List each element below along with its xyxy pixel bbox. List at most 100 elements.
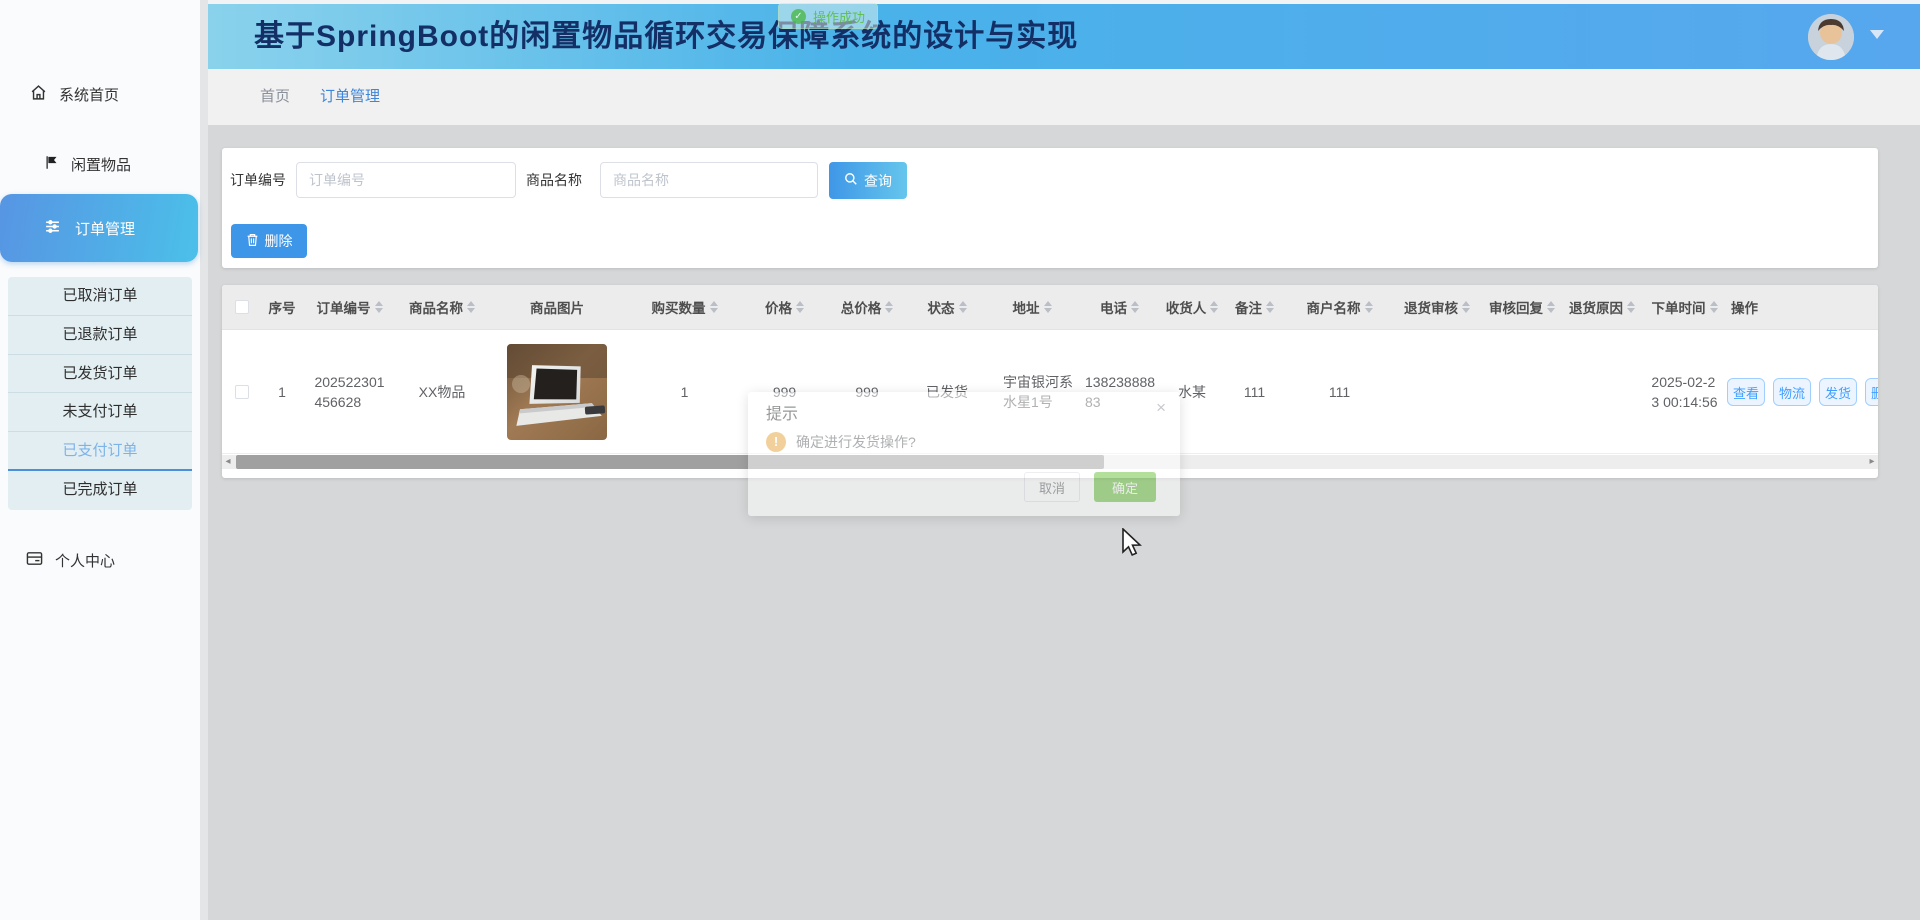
col-return-reason[interactable]: 退货原因 xyxy=(1562,297,1642,317)
sidebar-item-home[interactable]: 系统首页 xyxy=(30,84,119,105)
row-checkbox[interactable] xyxy=(235,385,249,399)
chevron-down-icon[interactable] xyxy=(1870,30,1884,39)
dialog-body: ! 确定进行发货操作? xyxy=(766,432,916,452)
col-address[interactable]: 地址 xyxy=(987,297,1077,317)
id-card-icon xyxy=(26,551,43,570)
cancel-button[interactable]: 取消 xyxy=(1024,472,1080,502)
delete-button-label: 删除 xyxy=(265,231,293,251)
sort-icon[interactable] xyxy=(885,301,893,313)
sidebar-item-order-management[interactable]: 订单管理 xyxy=(0,194,198,262)
select-all-checkbox[interactable] xyxy=(235,300,249,314)
sidebar-item-profile[interactable]: 个人中心 xyxy=(26,550,115,571)
page-title: 基于SpringBoot的闲置物品循环交易保障系统的设计与实现 xyxy=(254,4,1078,69)
sidebar-gutter xyxy=(200,0,208,920)
sort-icon[interactable] xyxy=(467,301,475,313)
warning-icon: ! xyxy=(766,432,786,452)
sort-icon[interactable] xyxy=(1710,301,1718,313)
search-icon xyxy=(844,172,858,189)
success-toast: ✓ 操作成功 xyxy=(778,3,878,29)
col-merchant[interactable]: 商户名称 xyxy=(1287,297,1392,317)
trash-icon xyxy=(246,233,259,250)
cell-index: 1 xyxy=(262,384,302,400)
breadcrumb-tabbar: 首页 订单管理 xyxy=(208,69,1920,125)
tab-home[interactable]: 首页 xyxy=(260,69,290,125)
check-circle-icon: ✓ xyxy=(791,9,806,24)
sort-icon[interactable] xyxy=(1547,301,1555,313)
logistics-button[interactable]: 物流 xyxy=(1773,378,1811,406)
confirm-ship-dialog: 提示 × ! 确定进行发货操作? 取消 确定 xyxy=(748,392,1180,516)
sort-icon[interactable] xyxy=(1462,301,1470,313)
sort-icon[interactable] xyxy=(1131,301,1139,313)
col-price[interactable]: 价格 xyxy=(742,297,827,317)
sidebar-item-label: 系统首页 xyxy=(59,84,119,105)
sort-icon[interactable] xyxy=(1044,301,1052,313)
avatar[interactable] xyxy=(1808,14,1854,60)
col-phone[interactable]: 电话 xyxy=(1077,297,1162,317)
tab-order-management[interactable]: 订单管理 xyxy=(320,69,380,125)
order-no-input[interactable] xyxy=(296,162,516,198)
avatar-image xyxy=(1808,14,1854,60)
toast-message: 操作成功 xyxy=(813,7,865,26)
close-icon[interactable]: × xyxy=(1156,398,1166,418)
sort-icon[interactable] xyxy=(1365,301,1373,313)
sort-icon[interactable] xyxy=(796,301,804,313)
cell-goods-name: XX物品 xyxy=(397,382,487,402)
col-goods-name[interactable]: 商品名称 xyxy=(397,297,487,317)
col-audit-reply[interactable]: 审核回复 xyxy=(1482,297,1562,317)
dialog-message: 确定进行发货操作? xyxy=(796,432,916,452)
search-panel: 订单编号 商品名称 查询 删除 xyxy=(222,148,1878,268)
batch-delete-button[interactable]: 删除 xyxy=(231,224,307,258)
col-total-price[interactable]: 总价格 xyxy=(827,297,907,317)
col-goods-image: 商品图片 xyxy=(487,297,627,317)
cell-order-no: 202522301456628 xyxy=(302,372,397,412)
view-button[interactable]: 查看 xyxy=(1727,378,1765,406)
goods-photo-laptop xyxy=(507,344,607,440)
cell-goods-image[interactable] xyxy=(487,344,627,440)
query-button[interactable]: 查询 xyxy=(829,162,907,199)
dialog-footer: 取消 确定 xyxy=(1024,472,1156,502)
sort-icon[interactable] xyxy=(1627,301,1635,313)
submenu-item-refunded-orders[interactable]: 已退款订单 xyxy=(8,316,192,355)
sort-icon[interactable] xyxy=(710,301,718,313)
col-remark[interactable]: 备注 xyxy=(1222,297,1287,317)
col-return-audit[interactable]: 退货审核 xyxy=(1392,297,1482,317)
sort-icon[interactable] xyxy=(1210,301,1218,313)
flag-icon xyxy=(44,154,59,175)
sort-icon[interactable] xyxy=(1266,301,1274,313)
sidebar-item-idle-goods[interactable]: 闲置物品 xyxy=(44,154,131,175)
header-select-cell xyxy=(222,300,262,314)
sidebar-item-label: 个人中心 xyxy=(55,550,115,571)
app-header: 基于SpringBoot的闲置物品循环交易保障系统的设计与实现 xyxy=(208,4,1920,69)
cell-quantity: 1 xyxy=(627,384,742,400)
dialog-title: 提示 xyxy=(766,400,798,424)
col-index[interactable]: 序号 xyxy=(262,297,302,317)
scroll-left-icon[interactable]: ◂ xyxy=(222,455,234,469)
cell-order-time: 2025-02-23 00:14:56 xyxy=(1642,372,1727,412)
sort-icon[interactable] xyxy=(375,301,383,313)
col-receiver[interactable]: 收货人 xyxy=(1162,297,1222,317)
submenu-item-cancelled-orders[interactable]: 已取消订单 xyxy=(8,277,192,316)
sliders-icon xyxy=(44,218,61,239)
sidebar: 系统首页 闲置物品 订单管理 已取消订单 已退款订单 已发货订单 未支付订单 已… xyxy=(0,0,200,920)
col-status[interactable]: 状态 xyxy=(907,297,987,317)
confirm-button[interactable]: 确定 xyxy=(1094,472,1156,502)
delete-row-button[interactable]: 删除 xyxy=(1865,378,1878,406)
col-quantity[interactable]: 购买数量 xyxy=(627,297,742,317)
col-order-time[interactable]: 下单时间 xyxy=(1642,297,1727,317)
submenu-item-shipped-orders[interactable]: 已发货订单 xyxy=(8,355,192,394)
submenu-item-completed-orders[interactable]: 已完成订单 xyxy=(8,471,192,510)
app-root: 系统首页 闲置物品 订单管理 已取消订单 已退款订单 已发货订单 未支付订单 已… xyxy=(0,0,1920,920)
submenu-item-unpaid-orders[interactable]: 未支付订单 xyxy=(8,393,192,432)
row-select-cell xyxy=(222,385,262,399)
scroll-right-icon[interactable]: ▸ xyxy=(1866,455,1878,469)
order-no-label: 订单编号 xyxy=(230,162,286,198)
goods-name-input[interactable] xyxy=(600,162,818,198)
ship-button[interactable]: 发货 xyxy=(1819,378,1857,406)
goods-name-label: 商品名称 xyxy=(526,162,582,198)
sort-icon[interactable] xyxy=(959,301,967,313)
query-button-label: 查询 xyxy=(864,171,892,191)
col-order-no[interactable]: 订单编号 xyxy=(302,297,397,317)
submenu-item-paid-orders[interactable]: 已支付订单 xyxy=(8,432,192,471)
sidebar-item-label: 订单管理 xyxy=(75,218,135,239)
order-submenu: 已取消订单 已退款订单 已发货订单 未支付订单 已支付订单 已完成订单 xyxy=(8,277,192,510)
